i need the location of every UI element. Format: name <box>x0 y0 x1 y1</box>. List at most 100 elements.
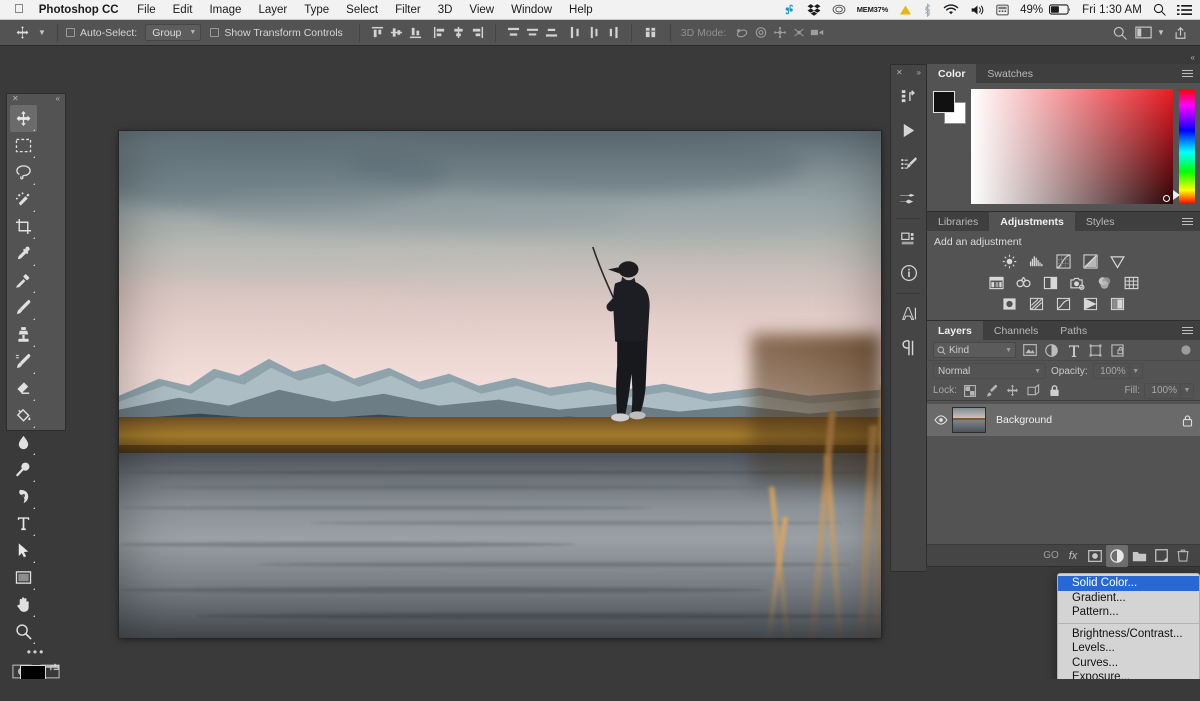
hand-tool[interactable] <box>10 591 37 618</box>
layer-filter-kind-dropdown[interactable]: Kind ▼ <box>933 342 1016 358</box>
pen-tool[interactable] <box>10 483 37 510</box>
menu-item-3d[interactable]: 3D <box>429 0 461 20</box>
menu-item-image[interactable]: Image <box>201 0 250 20</box>
new-fill-adjustment-layer-menu[interactable]: Solid Color... Gradient... Pattern... Br… <box>1057 573 1200 686</box>
posterize-icon[interactable] <box>1028 295 1045 312</box>
gradient-map-icon[interactable] <box>1109 295 1126 312</box>
menu-item-window[interactable]: Window <box>503 0 561 20</box>
distribute-left-edges-icon[interactable] <box>566 22 585 44</box>
brush-presets-panel-icon[interactable] <box>891 147 926 181</box>
paint-bucket-tool[interactable] <box>10 402 37 429</box>
document-window[interactable] <box>119 131 881 638</box>
horizontal-type-tool[interactable] <box>10 510 37 537</box>
calculator-icon[interactable] <box>996 0 1009 20</box>
blend-mode-dropdown[interactable]: Normal ▼ <box>933 363 1046 379</box>
distribute-right-edges-icon[interactable] <box>604 22 623 44</box>
menu-item-filter[interactable]: Filter <box>387 0 430 20</box>
menu-item-view[interactable]: View <box>461 0 503 20</box>
rectangular-marquee-tool[interactable] <box>10 132 37 159</box>
new-group-icon[interactable] <box>1128 545 1150 567</box>
warning-triangle-icon[interactable] <box>899 0 912 20</box>
show-transform-controls-checkbox[interactable] <box>210 28 220 37</box>
opacity-value[interactable]: 100% <box>1092 363 1130 379</box>
shape-layers-filter-icon[interactable] <box>1087 342 1104 359</box>
color-balance-icon[interactable] <box>1015 274 1032 291</box>
quick-selection-tool[interactable] <box>10 186 37 213</box>
tab-layers[interactable]: Layers <box>927 321 983 340</box>
tool-preset-chevron-icon[interactable]: ▼ <box>35 28 49 37</box>
curves-icon[interactable] <box>1055 253 1072 270</box>
clone-stamp-tool[interactable] <box>10 321 37 348</box>
black-white-icon[interactable] <box>1042 274 1059 291</box>
wifi-icon[interactable] <box>943 0 959 20</box>
distribute-bottom-edges-icon[interactable] <box>542 22 561 44</box>
menu-item-select[interactable]: Select <box>338 0 387 20</box>
lock-position-icon[interactable] <box>1005 383 1020 398</box>
pixel-layers-filter-icon[interactable] <box>1021 342 1038 359</box>
selective-color-icon[interactable] <box>1082 295 1099 312</box>
properties-panel-icon[interactable] <box>891 222 926 256</box>
fill-stepper-chevron-icon[interactable]: ▼ <box>1181 382 1194 399</box>
menu-item-file[interactable]: File <box>129 0 165 20</box>
zoom-tool[interactable] <box>10 618 37 645</box>
bluetooth-icon[interactable] <box>923 0 932 20</box>
tab-libraries[interactable]: Libraries <box>927 212 989 231</box>
menu-item-curves[interactable]: Curves... <box>1058 656 1199 671</box>
swap-colors-icon[interactable] <box>49 662 60 673</box>
slide-3d-icon[interactable] <box>789 22 808 44</box>
link-layers-icon[interactable]: GO <box>1040 545 1062 567</box>
menu-item-edit[interactable]: Edit <box>164 0 201 20</box>
levels-icon[interactable] <box>1028 253 1045 270</box>
collapse-icon[interactable]: « <box>1191 53 1195 62</box>
character-panel-icon[interactable] <box>891 297 926 331</box>
distribute-horizontal-centers-icon[interactable] <box>585 22 604 44</box>
search-icon[interactable] <box>1108 22 1132 44</box>
table-row[interactable]: Background <box>927 404 1200 436</box>
layers-panel-menu-icon[interactable] <box>1175 321 1200 340</box>
opacity-stepper-chevron-icon[interactable]: ▼ <box>1129 363 1143 379</box>
history-brush-tool[interactable] <box>10 348 37 375</box>
add-layer-mask-icon[interactable] <box>1084 545 1106 567</box>
creative-cloud-icon[interactable] <box>832 0 846 20</box>
auto-select-option[interactable]: Auto-Select: <box>66 27 137 39</box>
layers-list-empty-space[interactable] <box>927 436 1200 544</box>
expand-icon[interactable]: » <box>917 68 921 77</box>
adjustments-panel-menu-icon[interactable] <box>1175 212 1200 231</box>
lock-icon[interactable] <box>1174 414 1200 427</box>
spotlight-search-icon[interactable] <box>1153 0 1166 20</box>
move-tool-icon[interactable] <box>9 22 35 44</box>
move-tool[interactable] <box>10 105 37 132</box>
lock-all-icon[interactable] <box>1047 383 1062 398</box>
tab-channels[interactable]: Channels <box>983 321 1049 340</box>
align-top-edges-icon[interactable] <box>368 22 387 44</box>
dropbox-icon[interactable] <box>807 0 821 20</box>
filter-toggle-icon[interactable] <box>1177 342 1194 359</box>
lock-image-pixels-icon[interactable] <box>984 383 999 398</box>
auto-select-scope-dropdown[interactable]: Group ▼ <box>145 24 202 41</box>
type-layers-filter-icon[interactable] <box>1065 342 1082 359</box>
apple-logo-icon[interactable]:  <box>0 2 37 15</box>
menu-bar-clock[interactable]: Fri 1:30 AM <box>1082 4 1142 16</box>
roll-3d-icon[interactable] <box>751 22 770 44</box>
channel-mixer-icon[interactable] <box>1096 274 1113 291</box>
layer-style-fx-icon[interactable]: fx <box>1062 545 1084 567</box>
layer-thumbnail[interactable] <box>952 407 986 433</box>
tool-presets-panel-icon[interactable] <box>891 181 926 215</box>
tab-adjustments[interactable]: Adjustments <box>989 212 1075 231</box>
notification-center-icon[interactable] <box>1177 0 1192 20</box>
delete-layer-icon[interactable] <box>1172 545 1194 567</box>
hue-slider[interactable] <box>1173 89 1195 204</box>
color-lookup-icon[interactable] <box>1123 274 1140 291</box>
color-field[interactable] <box>971 89 1173 204</box>
brush-tool[interactable] <box>10 294 37 321</box>
paragraph-panel-icon[interactable] <box>891 331 926 365</box>
lasso-tool[interactable] <box>10 159 37 186</box>
history-panel-icon[interactable] <box>891 79 926 113</box>
menu-item-type[interactable]: Type <box>296 0 338 20</box>
eraser-tool[interactable] <box>10 375 37 402</box>
path-selection-tool[interactable] <box>10 537 37 564</box>
menu-app-name[interactable]: Photoshop CC <box>37 0 129 20</box>
distribute-top-edges-icon[interactable] <box>504 22 523 44</box>
menu-item-layer[interactable]: Layer <box>250 0 296 20</box>
threshold-icon[interactable] <box>1055 295 1072 312</box>
